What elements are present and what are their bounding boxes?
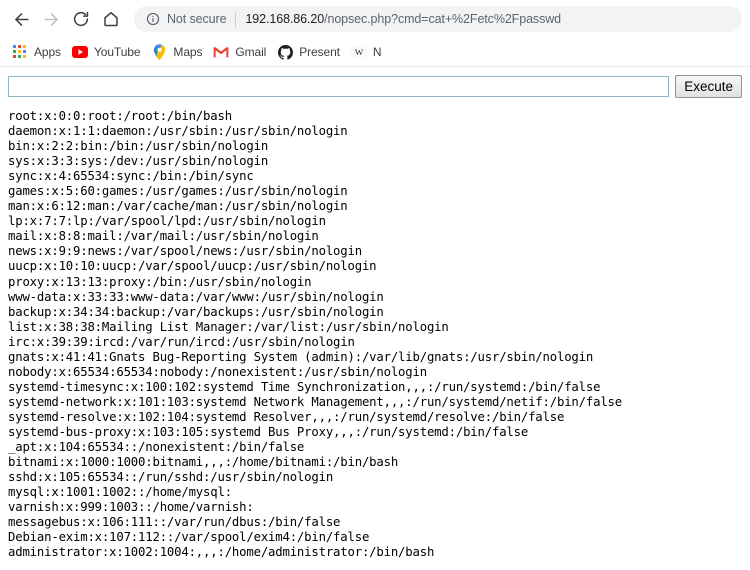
bookmark-maps[interactable]: Maps [147,41,209,63]
output-line: systemd-timesync:x:100:102:systemd Time … [8,379,601,394]
output-line: proxy:x:13:13:proxy:/bin:/usr/sbin/nolog… [8,274,312,289]
command-input[interactable] [8,76,670,97]
output-line: daemon:x:1:1:daemon:/usr/sbin:/usr/sbin/… [8,124,348,139]
home-icon [102,10,120,28]
maps-pin-icon [151,44,167,60]
gmail-icon [213,44,230,60]
svg-text:W: W [355,47,364,57]
youtube-icon [71,44,88,60]
output-line: systemd-bus-proxy:x:103:105:systemd Bus … [8,424,529,439]
forward-button[interactable] [36,4,66,34]
back-arrow-icon [12,10,31,29]
browser-toolbar: Not secure 192.168.86.20/nopsec.php?cmd=… [0,0,750,38]
apps-grid-icon [12,44,28,60]
forward-arrow-icon [42,10,61,29]
back-button[interactable] [6,4,36,34]
output-line: bitnami:x:1000:1000:bitnami,,,:/home/bit… [8,455,399,470]
output-line: messagebus:x:106:111::/var/run/dbus:/bin… [8,515,341,530]
output-line: games:x:5:60:games:/usr/games:/usr/sbin/… [8,184,348,199]
output-line: nobody:x:65534:65534:nobody:/nonexistent… [8,364,427,379]
page-content: Execute root:x:0:0:root:/root:/bin/bash d… [0,67,750,561]
output-line: systemd-network:x:101:103:systemd Networ… [8,394,622,409]
bookmark-label: YouTube [93,45,141,59]
address-bar[interactable]: Not secure 192.168.86.20/nopsec.php?cmd=… [134,6,742,32]
output-line: varnish:x:999:1003::/home/varnish: [8,500,254,515]
bookmark-label: Present [299,45,340,59]
security-status-label: Not secure [167,12,227,26]
bookmarks-bar: Apps YouTube Maps Gmail Present W N [0,38,750,67]
output-line: sync:x:4:65534:sync:/bin:/bin/sync [8,169,254,184]
info-circle-icon[interactable] [146,12,160,26]
output-line: root:x:0:0:root:/root:/bin/bash [8,109,232,123]
wikipedia-icon: W [350,44,367,60]
url-path: /nopsec.php?cmd=cat+%2Fetc%2Fpasswd [324,12,562,26]
output-line: mysql:x:1001:1002::/home/mysql: [8,485,232,500]
output-line: www-data:x:33:33:www-data:/var/www:/usr/… [8,289,384,304]
bookmark-label: N [372,45,382,59]
github-icon [277,44,293,60]
output-line: news:x:9:9:news:/var/spool/news:/usr/sbi… [8,244,362,259]
output-line: man:x:6:12:man:/var/cache/man:/usr/sbin/… [8,199,348,214]
command-output: root:x:0:0:root:/root:/bin/bash daemon:x:… [0,98,750,560]
browser-chrome: Not secure 192.168.86.20/nopsec.php?cmd=… [0,0,750,67]
home-button[interactable] [96,4,126,34]
output-line: mail:x:8:8:mail:/var/mail:/usr/sbin/nolo… [8,229,319,244]
bookmark-label: Gmail [235,45,267,59]
bookmark-label: Apps [34,45,61,59]
execute-button[interactable]: Execute [675,75,742,98]
bookmark-youtube[interactable]: YouTube [68,41,147,63]
bookmark-present[interactable]: Present [273,41,347,63]
output-line: Debian-exim:x:107:112::/var/spool/exim4:… [8,530,370,545]
bookmark-n[interactable]: W N [347,41,389,63]
output-line: bin:x:2:2:bin:/bin:/usr/sbin/nologin [8,139,269,154]
bookmark-gmail[interactable]: Gmail [209,41,273,63]
output-line: administrator:x:1002:1004:,,,:/home/admi… [8,545,435,560]
reload-button[interactable] [66,4,96,34]
bookmark-label: Maps [173,45,203,59]
output-line: gnats:x:41:41:Gnats Bug-Reporting System… [8,349,594,364]
output-line: sys:x:3:3:sys:/dev:/usr/sbin/nologin [8,154,269,169]
url-host: 192.168.86.20 [245,12,325,26]
output-line: systemd-resolve:x:102:104:systemd Resolv… [8,409,565,424]
output-line: lp:x:7:7:lp:/var/spool/lpd:/usr/sbin/nol… [8,214,326,229]
output-line: sshd:x:105:65534::/run/sshd:/usr/sbin/no… [8,470,334,485]
url-text: 192.168.86.20/nopsec.php?cmd=cat+%2Fetc%… [245,12,561,26]
command-form: Execute [0,67,750,98]
output-line: backup:x:34:34:backup:/var/backups:/usr/… [8,304,384,319]
output-line: irc:x:39:39:ircd:/var/run/ircd:/usr/sbin… [8,334,355,349]
reload-icon [72,10,90,28]
omnibox-divider [235,11,237,27]
output-line: list:x:38:38:Mailing List Manager:/var/l… [8,319,449,334]
output-line: _apt:x:104:65534::/nonexistent:/bin/fals… [8,440,305,455]
bookmark-apps[interactable]: Apps [8,41,68,63]
output-line: uucp:x:10:10:uucp:/var/spool/uucp:/usr/s… [8,259,377,274]
